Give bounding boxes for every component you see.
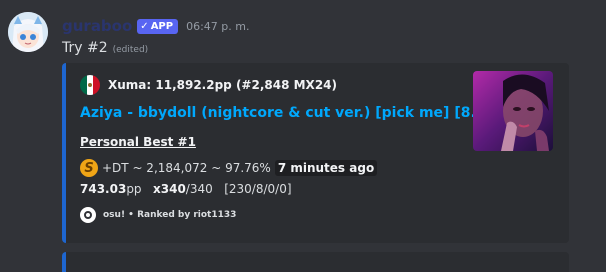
embed-author: Xuma: 11,892.2pp (#2,848 MX24): [80, 75, 337, 95]
osu-logo-icon: [80, 207, 96, 223]
field-personal-best: Personal Best #1: [80, 135, 196, 149]
avatar[interactable]: [8, 12, 48, 52]
edited-label: (edited): [112, 45, 149, 55]
message-text: Try #2: [62, 40, 108, 56]
message-header: guraboo ✓ APP 06:47 p. m.: [62, 16, 249, 36]
check-icon: ✓: [140, 20, 149, 32]
score-line: S +DT ~ 2,184,072 ~ 97.76% 7 minutes ago: [80, 159, 378, 177]
relative-timestamp[interactable]: 7 minutes ago: [274, 160, 378, 176]
score-summary: +DT ~ 2,184,072 ~ 97.76%: [102, 161, 271, 175]
username[interactable]: guraboo: [62, 17, 132, 35]
hit-counts: [230/8/0/0]: [224, 182, 292, 196]
footer-text: osu! • Ranked by riot1133: [103, 210, 237, 220]
app-badge-label: APP: [150, 20, 174, 32]
mexico-flag-icon: [80, 75, 100, 95]
rank-s-icon: S: [80, 159, 98, 177]
stats-line: 743.03pp x340/340 [230/8/0/0]: [80, 182, 292, 196]
combo-value: x340: [153, 182, 186, 196]
embed: Xuma: 11,892.2pp (#2,848 MX24) Aziya - b…: [62, 63, 569, 243]
embed-title-link[interactable]: Aziya - bbydoll (nightcore & cut ver.) […: [80, 105, 514, 121]
pp-unit: pp: [126, 182, 142, 196]
max-combo: /340: [185, 182, 213, 196]
timestamp[interactable]: 06:47 p. m.: [186, 20, 249, 33]
embed-footer: osu! • Ranked by riot1133: [80, 207, 236, 223]
next-embed: [62, 252, 569, 272]
pp-value: 743.03: [80, 182, 127, 196]
message-content: Try #2 (edited): [62, 40, 148, 56]
beatmap-thumbnail[interactable]: [473, 71, 553, 151]
embed-author-name[interactable]: Xuma: 11,892.2pp (#2,848 MX24): [108, 78, 337, 92]
app-badge: ✓ APP: [137, 18, 179, 34]
